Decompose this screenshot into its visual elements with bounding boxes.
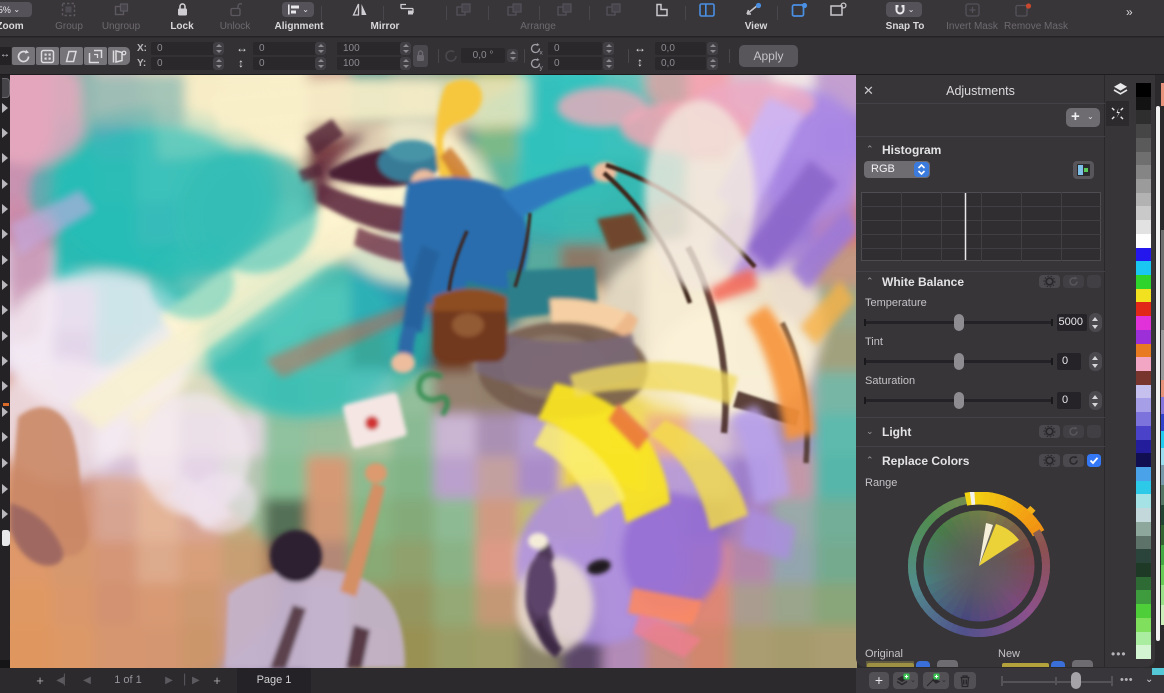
svg-text:x: x xyxy=(540,50,544,57)
svg-text:y: y xyxy=(540,65,544,72)
